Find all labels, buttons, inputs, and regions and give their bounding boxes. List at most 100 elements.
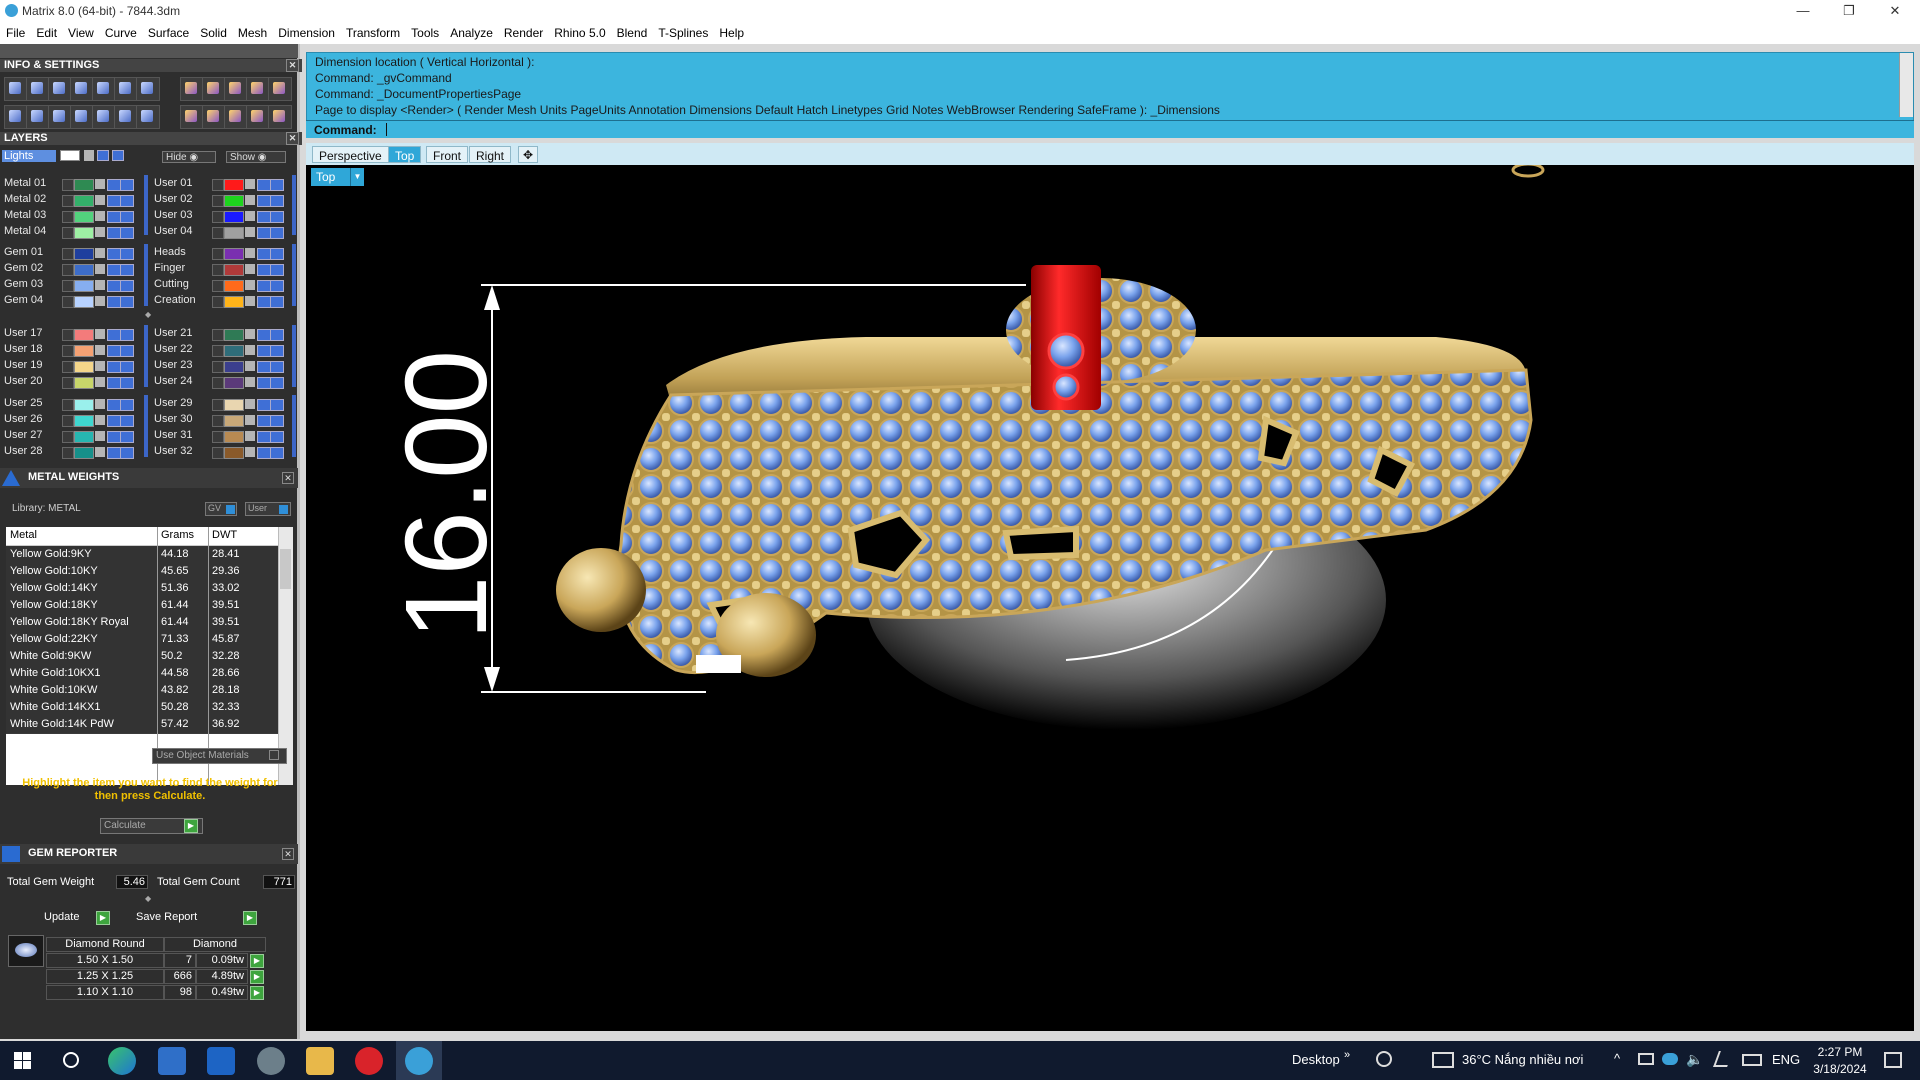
update-label[interactable]: Update (44, 911, 79, 923)
layer-print-icon[interactable] (120, 195, 134, 207)
toolbar-tool-button[interactable] (48, 77, 72, 101)
layer-color-swatch[interactable] (224, 280, 244, 292)
toolbar-tool-button[interactable] (202, 105, 226, 129)
layer-lock-icon[interactable] (95, 211, 105, 221)
layer-color-swatch[interactable] (74, 264, 94, 276)
clock-date[interactable]: 3/18/2024 (1808, 1062, 1872, 1076)
toolbar-tool-button[interactable] (92, 77, 116, 101)
layer-print-icon[interactable] (120, 248, 134, 260)
info-settings-close-icon[interactable]: ✕ (286, 59, 299, 72)
layer-expand-arrow-icon[interactable] (212, 345, 224, 357)
layer-row[interactable]: User 01 (154, 177, 296, 191)
layer-lock-icon[interactable] (95, 248, 105, 258)
toolbar-tool-button[interactable] (268, 105, 292, 129)
layer-print-icon[interactable] (120, 431, 134, 443)
metal-table-row[interactable]: Yellow Gold:9KY 44.18 28.41 (6, 546, 278, 564)
layer-print-icon[interactable] (270, 329, 284, 341)
layer-visible-icon[interactable] (107, 361, 121, 373)
command-scrollbar[interactable] (1899, 53, 1913, 117)
layer-expand-arrow-icon[interactable] (212, 248, 224, 260)
layer-visible-icon[interactable] (257, 431, 271, 443)
layer-row[interactable]: Gem 02 (4, 262, 146, 276)
toolbar-tool-button[interactable] (70, 105, 94, 129)
layer-print-icon[interactable] (120, 377, 134, 389)
layer-row[interactable]: User 32 (154, 445, 296, 459)
layer-row[interactable]: User 28 (4, 445, 146, 459)
layer-row[interactable]: User 24 (154, 375, 296, 389)
layer-lock-icon[interactable] (245, 447, 255, 457)
layer-print-icon[interactable] (270, 415, 284, 427)
menu-dimension[interactable]: Dimension (272, 22, 340, 44)
layer-visible-icon[interactable] (257, 361, 271, 373)
layer-visible-icon[interactable] (107, 248, 121, 260)
toolbar-tool-button[interactable] (4, 77, 28, 101)
metal-table-row[interactable]: White Gold:14KX1 50.28 32.33 (6, 699, 278, 717)
layer-visible-icon[interactable] (257, 179, 271, 191)
pen-icon[interactable] (1713, 1051, 1733, 1067)
menu-render[interactable]: Render (498, 22, 548, 44)
toolbar-tool-button[interactable] (48, 105, 72, 129)
layer-color-swatch[interactable] (74, 329, 94, 341)
layer-print-icon[interactable] (270, 447, 284, 459)
metal-table-scrollbar[interactable] (278, 527, 293, 785)
layer-print-icon[interactable] (120, 211, 134, 223)
tab-front[interactable]: Front (426, 146, 469, 163)
layer-row[interactable]: Gem 03 (4, 278, 146, 292)
layer-lock-icon[interactable] (95, 195, 105, 205)
layer-print-icon[interactable] (120, 361, 134, 373)
layer-expand-arrow-icon[interactable] (62, 415, 74, 427)
menu-analyze[interactable]: Analyze (444, 22, 498, 44)
layer-expand-arrow-icon[interactable] (62, 280, 74, 292)
layer-row[interactable]: Gem 01 (4, 246, 146, 260)
layer-row[interactable]: User 31 (154, 429, 296, 443)
metal-table-row[interactable]: Yellow Gold:18KY 61.44 39.51 (6, 597, 278, 615)
toolbar-tool-button[interactable] (246, 105, 270, 129)
command-line[interactable]: Command: (306, 120, 1914, 138)
layer-row[interactable]: User 30 (154, 413, 296, 427)
layer-color-swatch[interactable] (224, 361, 244, 373)
volume-icon[interactable]: 🔈 (1686, 1051, 1703, 1068)
layer-lock-icon[interactable] (245, 248, 255, 258)
desktop-chevron-icon[interactable]: » (1344, 1049, 1350, 1061)
layer-color-swatch[interactable] (224, 264, 244, 276)
current-layer-visible-icon[interactable] (97, 150, 109, 161)
layer-lock-icon[interactable] (95, 361, 105, 371)
layer-color-swatch[interactable] (224, 195, 244, 207)
layer-visible-icon[interactable] (107, 211, 121, 223)
layer-color-swatch[interactable] (74, 296, 94, 308)
layer-row[interactable]: Metal 01 (4, 177, 146, 191)
layer-print-icon[interactable] (120, 399, 134, 411)
add-viewport-tab-icon[interactable]: ✥ (518, 146, 539, 163)
layer-lock-icon[interactable] (95, 227, 105, 237)
layer-lock-icon[interactable] (245, 361, 255, 371)
toolbar-tool-button[interactable] (26, 77, 50, 101)
layer-expand-arrow-icon[interactable] (62, 361, 74, 373)
layer-visible-icon[interactable] (257, 329, 271, 341)
user-library-button[interactable]: User (245, 502, 291, 516)
layers-close-icon[interactable]: ✕ (286, 132, 299, 145)
menu-rhino[interactable]: Rhino 5.0 (548, 22, 610, 44)
layer-expand-arrow-icon[interactable] (212, 377, 224, 389)
metal-table-row[interactable]: Yellow Gold:18KY Royal 61.44 39.51 (6, 614, 278, 632)
menu-solid[interactable]: Solid (194, 22, 232, 44)
toolbar-tool-button[interactable] (70, 77, 94, 101)
layer-color-swatch[interactable] (74, 280, 94, 292)
layer-row[interactable]: User 29 (154, 397, 296, 411)
layer-visible-icon[interactable] (107, 179, 121, 191)
toolbar-tool-button[interactable] (224, 77, 248, 101)
layer-visible-icon[interactable] (107, 264, 121, 276)
tab-perspective[interactable]: Perspective (312, 146, 389, 163)
viewport-top[interactable]: 16.00 (306, 162, 1914, 1031)
network-icon[interactable] (1638, 1053, 1654, 1065)
layer-color-swatch[interactable] (224, 399, 244, 411)
current-layer-print-icon[interactable] (112, 150, 124, 161)
layer-visible-icon[interactable] (107, 345, 121, 357)
toolbar-tool-button[interactable] (202, 77, 226, 101)
layer-color-swatch[interactable] (224, 227, 244, 239)
layer-color-swatch[interactable] (74, 431, 94, 443)
mail-icon[interactable] (207, 1047, 235, 1075)
layer-expand-arrow-icon[interactable] (62, 377, 74, 389)
metal-table-row[interactable]: White Gold:10KX1 44.58 28.66 (6, 665, 278, 683)
gem-row-select-icon[interactable]: ▶ (250, 970, 264, 984)
scrollbar-thumb[interactable] (280, 549, 291, 589)
